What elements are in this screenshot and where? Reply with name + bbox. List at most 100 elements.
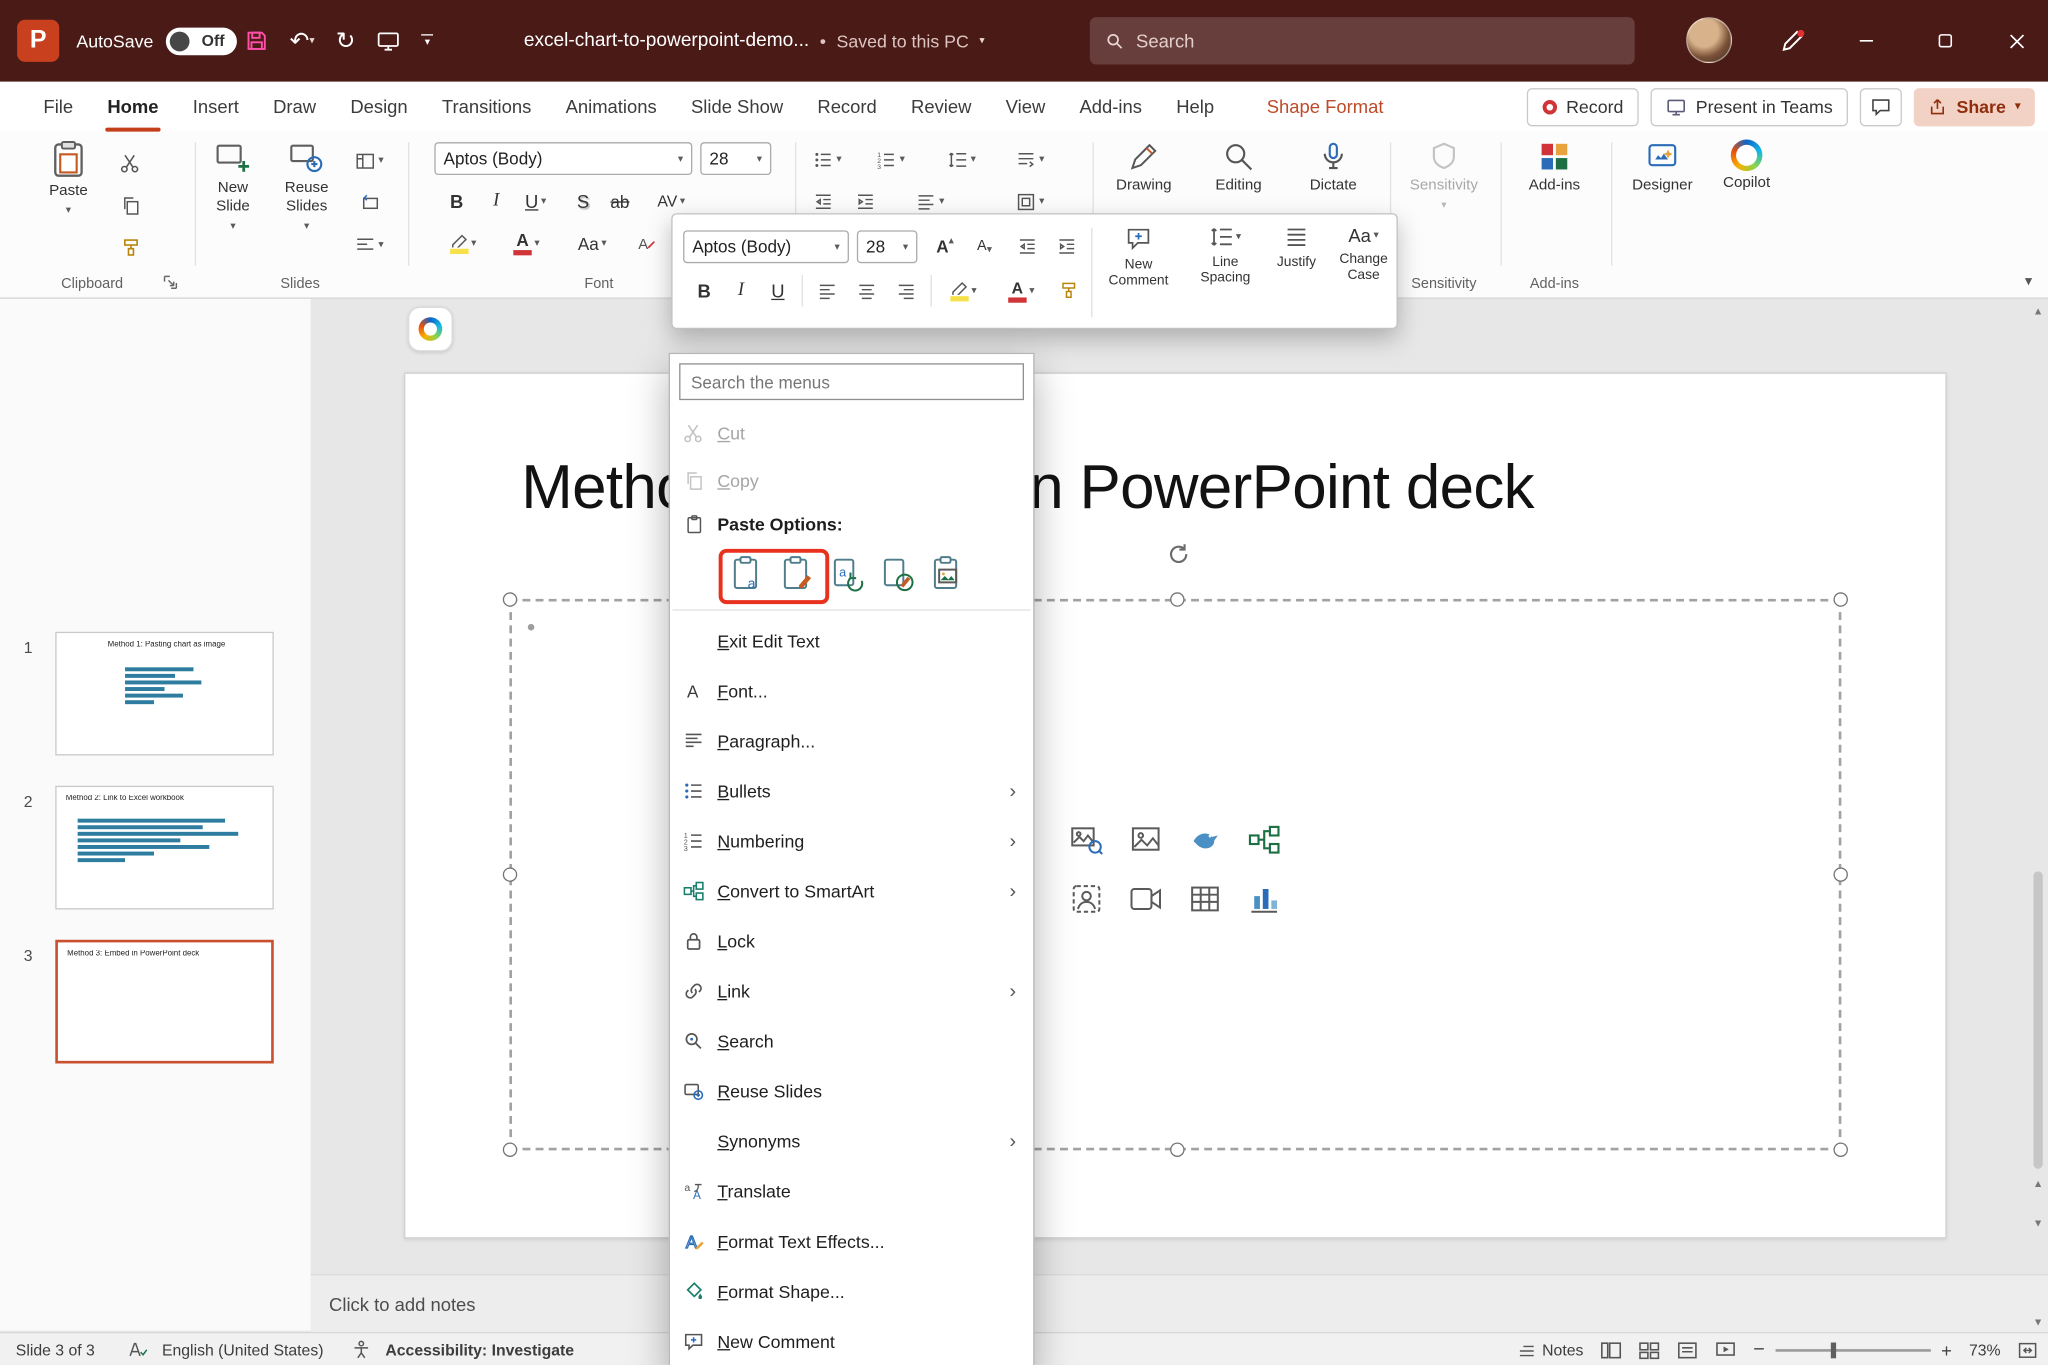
menu-item-format-shape[interactable]: Format Shape... — [670, 1266, 1033, 1316]
share-button[interactable]: Share ▾ — [1914, 88, 2034, 126]
mini-format-painter-button[interactable] — [1052, 275, 1086, 307]
close-button[interactable] — [1986, 0, 2048, 82]
next-slide-icon[interactable]: ▼ — [2030, 1217, 2047, 1229]
mini-font-name-combo[interactable]: Aptos (Body)▾ — [683, 230, 849, 263]
reading-view-icon[interactable] — [1677, 1341, 1698, 1359]
drawing-button[interactable]: Drawing — [1103, 140, 1185, 196]
tab-help[interactable]: Help — [1159, 82, 1231, 132]
search-input[interactable] — [1136, 30, 1619, 51]
scroll-down-icon[interactable]: ▼ — [2030, 1316, 2047, 1328]
menu-search-input[interactable] — [691, 372, 1012, 392]
menu-item-numbering[interactable]: 123 Numbering › — [670, 816, 1033, 866]
slide-thumbnail-2[interactable]: Method 2: Link to Excel workbook — [55, 786, 273, 910]
font-color-button[interactable]: A ▾ — [503, 228, 550, 260]
mini-underline-button[interactable]: U — [762, 275, 794, 307]
keep-source-formatting-link-data-icon[interactable] — [878, 553, 917, 595]
zoom-percent[interactable]: 73% — [1969, 1341, 2001, 1359]
text-shadow-button[interactable]: S — [566, 186, 600, 218]
menu-item-link[interactable]: Link › — [670, 966, 1033, 1016]
redo-icon[interactable]: ↻ — [336, 27, 356, 55]
dictate-button[interactable]: Dictate — [1293, 140, 1375, 196]
language-status[interactable]: English (United States) — [162, 1341, 324, 1359]
new-slide-button[interactable]: New Slide ▾ — [200, 140, 266, 232]
selection-handle[interactable] — [1833, 867, 1847, 881]
pen-mode-icon[interactable] — [1773, 21, 1812, 60]
keep-source-formatting-embed-workbook-icon[interactable] — [778, 553, 817, 595]
pictures-icon[interactable] — [1126, 820, 1165, 859]
paste-as-picture-icon[interactable] — [928, 553, 967, 595]
slide-sorter-icon[interactable] — [1639, 1341, 1660, 1359]
bold-button[interactable]: B — [440, 186, 474, 218]
menu-item-paragraph[interactable]: Paragraph... — [670, 716, 1033, 766]
comments-button[interactable] — [1860, 88, 1902, 126]
mini-italic-button[interactable]: I — [725, 275, 757, 307]
numbering-button[interactable]: 123▾ — [869, 143, 914, 175]
shrink-font-button[interactable]: A▾ — [967, 230, 1001, 262]
selection-handle[interactable] — [503, 592, 517, 606]
tab-insert[interactable]: Insert — [176, 82, 256, 132]
slide-thumbnail-3-selected[interactable]: Method 3: Embed in PowerPoint deck — [55, 940, 273, 1064]
highlight-color-button[interactable]: ▾ — [440, 228, 487, 260]
selection-handle[interactable] — [503, 1142, 517, 1156]
tab-view[interactable]: View — [989, 82, 1063, 132]
use-destination-theme-link-data-icon[interactable]: a — [828, 553, 867, 595]
italic-button[interactable]: I — [479, 186, 513, 218]
smartart-icon[interactable] — [1244, 820, 1283, 859]
maximize-button[interactable] — [1914, 0, 1976, 82]
align-right-button[interactable] — [888, 275, 922, 307]
notes-pane[interactable]: Click to add notes — [311, 1274, 2048, 1332]
line-spacing-button[interactable]: ▾ — [940, 143, 985, 175]
save-icon[interactable] — [245, 29, 269, 53]
tab-record[interactable]: Record — [800, 82, 894, 132]
clear-formatting-button[interactable]: A — [629, 228, 663, 260]
copilot-slide-button[interactable] — [408, 307, 453, 352]
scrollbar-thumb[interactable] — [2034, 871, 2043, 1168]
change-case-button[interactable]: Aa▾ — [569, 228, 616, 260]
insert-icons-icon[interactable] — [1185, 820, 1224, 859]
collapse-ribbon-icon[interactable]: ▾ — [2025, 275, 2032, 289]
menu-item-search[interactable]: Search — [670, 1016, 1033, 1066]
vertical-scrollbar[interactable]: ▲ ▲ ▼ ▼ — [2030, 305, 2047, 1329]
editing-button[interactable]: Editing — [1198, 140, 1280, 196]
mini-highlight-button[interactable]: ▾ — [938, 275, 988, 307]
format-painter-button[interactable] — [113, 232, 147, 264]
slideshow-view-icon[interactable] — [1715, 1341, 1736, 1359]
record-button[interactable]: Record — [1527, 88, 1640, 126]
zoom-in-button[interactable]: + — [1941, 1339, 1952, 1360]
align-center-button[interactable] — [849, 275, 883, 307]
selection-handle[interactable] — [503, 867, 517, 881]
tab-shape-format[interactable]: Shape Format — [1250, 82, 1401, 132]
decrease-indent-button[interactable] — [1010, 230, 1044, 262]
selection-handle[interactable] — [1833, 592, 1847, 606]
add-ins-button[interactable]: Add-ins — [1514, 140, 1596, 196]
scroll-up-icon[interactable]: ▲ — [2030, 305, 2047, 317]
copilot-button[interactable]: Copilot — [1708, 140, 1784, 194]
powerpoint-app-icon[interactable]: P — [17, 20, 59, 62]
mini-line-spacing-button[interactable]: ▾ Line Spacing — [1189, 225, 1263, 286]
accessibility-status[interactable]: Accessibility: Investigate — [385, 1341, 574, 1359]
mini-new-comment-button[interactable]: New Comment — [1096, 225, 1180, 288]
mini-font-color-button[interactable]: A▾ — [996, 275, 1046, 307]
undo-icon[interactable]: ↶▾ — [290, 27, 315, 55]
tab-add-ins[interactable]: Add-ins — [1062, 82, 1159, 132]
present-in-teams-button[interactable]: Present in Teams — [1651, 88, 1849, 126]
menu-item-exit-edit-text[interactable]: Exit Edit Text — [670, 616, 1033, 666]
section-button[interactable]: ▾ — [347, 229, 392, 261]
mini-bold-button[interactable]: B — [688, 275, 720, 307]
menu-item-bullets[interactable]: Bullets › — [670, 766, 1033, 816]
menu-item-new-comment[interactable]: New Comment — [670, 1316, 1033, 1365]
reuse-slides-button[interactable]: Reuse Slides ▾ — [271, 140, 342, 232]
avatar[interactable] — [1686, 17, 1732, 63]
mini-justify-button[interactable]: Justify — [1265, 225, 1328, 270]
document-title-area[interactable]: excel-chart-to-powerpoint-demo... • Save… — [524, 0, 985, 82]
tab-home[interactable]: Home — [90, 82, 175, 132]
reset-slide-button[interactable] — [347, 187, 392, 219]
bullets-button[interactable]: ▾ — [806, 143, 851, 175]
use-destination-theme-embed-workbook-icon[interactable]: a — [728, 553, 767, 595]
zoom-slider-thumb[interactable] — [1831, 1342, 1836, 1358]
selection-handle[interactable] — [1170, 592, 1184, 606]
rotate-handle-icon[interactable] — [1166, 541, 1190, 565]
align-left-button[interactable] — [809, 275, 843, 307]
stock-images-icon[interactable] — [1067, 820, 1106, 859]
increase-indent-button[interactable] — [1049, 230, 1083, 262]
